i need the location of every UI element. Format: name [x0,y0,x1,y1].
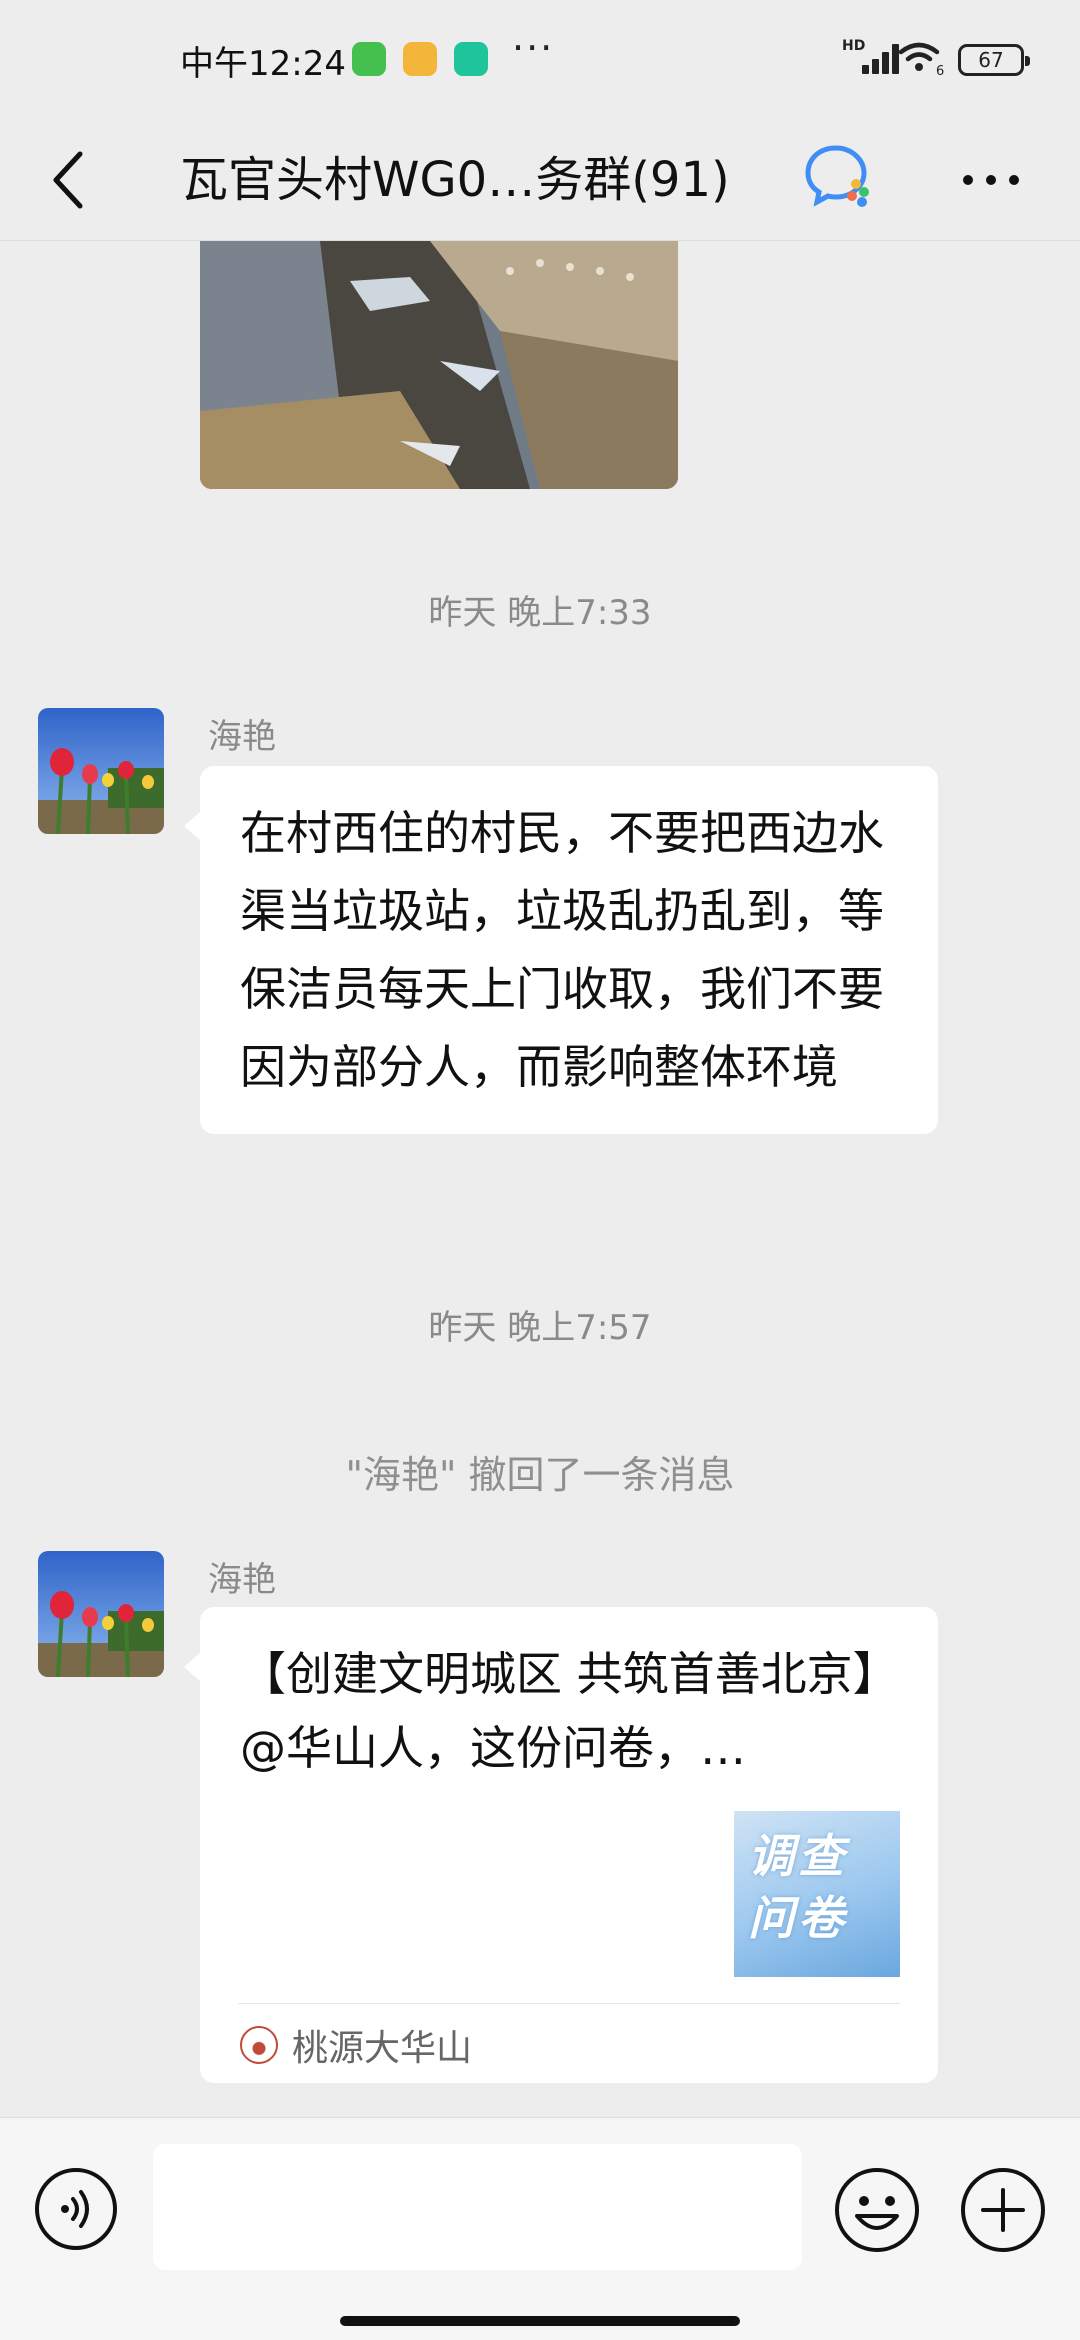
status-time: 中午12:24 [180,44,346,84]
message-text: 在村西住的村民，不要把西边水渠当垃圾站，垃圾乱扔乱到，等保洁员每天上门收取，我们… [240,806,884,1094]
message-bubble[interactable]: 在村西住的村民，不要把西边水渠当垃圾站，垃圾乱扔乱到，等保洁员每天上门收取，我们… [184,766,938,1134]
timestamp: 昨天 晚上7:57 [428,1308,652,1348]
timestamp: 昨天 晚上7:33 [428,593,652,633]
chat-screen: 中午12:24 ··· HD 6 67 瓦官头村WG0…务群(91) 昨天 晚上… [0,0,1080,2340]
home-indicator[interactable] [340,2316,740,2326]
battery-icon: 67 [958,44,1030,76]
card-thumbnail-text: 调查问卷 [748,1829,848,1945]
card-thumbnail: 调查问卷 [734,1811,900,1977]
chat-area[interactable]: 昨天 晚上7:33 海艳 在村西住的村民，不要把西边水渠当垃圾站，垃圾乱扔乱到，… [0,241,1080,2117]
more-options-button[interactable] [956,150,1026,210]
sender-name: 海艳 [208,717,276,757]
wifi-icon: 6 [898,42,944,76]
status-bar: 中午12:24 ··· HD 6 67 [0,0,1080,120]
chat-title[interactable]: 瓦官头村WG0…务群(91) [180,140,730,220]
voice-input-button[interactable] [33,2166,119,2252]
wifi-badge: 6 [936,64,944,76]
sender-avatar[interactable] [38,708,164,834]
message-input[interactable] [153,2144,802,2270]
recall-notice: "海艳" 撤回了一条消息 [345,1453,735,1497]
source-logo-icon [240,2026,278,2064]
notes-notification-icon [403,42,437,76]
sender-avatar[interactable] [38,1551,164,1677]
signal-icon [862,44,902,74]
emoji-button[interactable] [833,2166,921,2254]
more-notifications-icon: ··· [512,26,555,70]
input-bar [0,2117,1080,2340]
security-notification-icon [454,42,488,76]
card-source-name: 桃源大华山 [292,2028,473,2069]
card-source: 桃源大华山 [240,2019,472,2071]
title-bar: 瓦官头村WG0…务群(91) [0,120,1080,240]
card-title: 【创建文明城区 共筑首善北京】@华山人，这份问卷，… [240,1647,899,1775]
link-card[interactable]: 【创建文明城区 共筑首善北京】@华山人，这份问卷，… 调查问卷 桃源大华山 [184,1607,938,2083]
more-functions-button[interactable] [959,2166,1047,2254]
photo-message[interactable] [200,241,678,489]
wework-icon[interactable] [804,140,876,212]
back-button[interactable] [40,140,100,220]
card-divider [238,2003,900,2004]
sender-name: 海艳 [208,1560,276,1600]
wechat-notification-icon [352,42,386,76]
